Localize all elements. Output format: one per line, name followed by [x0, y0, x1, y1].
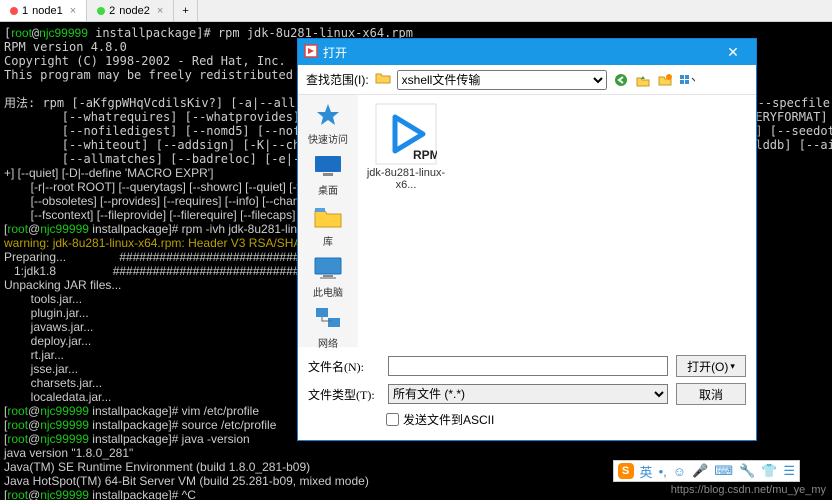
new-tab-button[interactable]: +: [174, 0, 197, 21]
cancel-button[interactable]: 取消: [676, 383, 746, 405]
place-this-pc[interactable]: 此电脑: [311, 254, 345, 299]
tab-label: node2: [119, 5, 150, 17]
svg-text:RPM: RPM: [413, 148, 437, 162]
ascii-checkbox[interactable]: [386, 413, 399, 426]
filename-label: 文件名(N):: [308, 358, 380, 375]
place-libraries[interactable]: 库: [311, 203, 345, 248]
look-in-label: 查找范围(I):: [306, 71, 369, 88]
ime-emoji-icon[interactable]: ☺: [673, 464, 686, 479]
back-icon[interactable]: [613, 72, 629, 88]
app-icon: [304, 44, 318, 61]
open-button[interactable]: 打开(O)▾: [676, 355, 746, 377]
tab-index: 2: [109, 5, 115, 17]
up-folder-icon[interactable]: [635, 72, 651, 88]
ime-toolbar[interactable]: S 英 •, ☺ 🎤 ⌨ 🔧 👕 ☰: [613, 460, 800, 482]
view-menu-icon[interactable]: [679, 72, 695, 88]
status-dot: [97, 7, 105, 15]
tab-node2[interactable]: 2 node2 ×: [87, 0, 174, 21]
status-dot: [10, 7, 18, 15]
folder-icon: [375, 71, 391, 88]
file-item-rpm[interactable]: RPM jdk-8u281-linux-x6...: [366, 103, 446, 191]
close-icon[interactable]: ×: [70, 5, 76, 17]
dialog-title: 打开: [323, 44, 347, 61]
tab-node1[interactable]: 1 node1 ×: [0, 0, 87, 21]
place-desktop[interactable]: 桌面: [311, 152, 345, 197]
look-in-select[interactable]: xshell文件传输: [397, 70, 607, 90]
ime-tool-icon[interactable]: 🔧: [739, 463, 755, 479]
close-icon[interactable]: ×: [157, 5, 163, 17]
filetype-select[interactable]: 所有文件 (*.*): [388, 384, 668, 404]
watermark: https://blog.csdn.net/mu_ye_my: [671, 484, 826, 496]
file-list-pane[interactable]: RPM jdk-8u281-linux-x6...: [358, 95, 756, 347]
place-network[interactable]: 网络: [311, 305, 345, 350]
ime-menu-icon[interactable]: ☰: [783, 463, 795, 479]
new-folder-icon[interactable]: [657, 72, 673, 88]
ime-punct-icon[interactable]: •,: [659, 464, 667, 479]
dialog-bottom: 文件名(N): 打开(O)▾ 文件类型(T): 所有文件 (*.*) 取消 发送…: [298, 347, 756, 440]
places-sidebar: 快速访问 桌面 库 此电脑 网络: [298, 95, 358, 347]
tab-label: node1: [32, 5, 63, 17]
filename-input[interactable]: [388, 356, 668, 376]
ascii-label: 发送文件到ASCII: [403, 411, 494, 428]
place-quick-access[interactable]: 快速访问: [308, 101, 348, 146]
close-button[interactable]: ✕: [716, 44, 750, 61]
sogou-icon: S: [618, 463, 634, 479]
ime-voice-icon[interactable]: 🎤: [692, 463, 708, 479]
tab-index: 1: [22, 5, 28, 17]
ime-lang[interactable]: 英: [640, 462, 653, 481]
dialog-titlebar[interactable]: 打开 ✕: [298, 39, 756, 65]
session-tab-bar: 1 node1 × 2 node2 × +: [0, 0, 832, 22]
file-item-label: jdk-8u281-linux-x6...: [367, 167, 445, 191]
ime-skin-icon[interactable]: 👕: [761, 463, 777, 479]
file-open-dialog: 打开 ✕ 查找范围(I): xshell文件传输 快速访问 桌面 库: [297, 38, 757, 441]
dialog-toolbar: 查找范围(I): xshell文件传输: [298, 65, 756, 95]
ime-keyboard-icon[interactable]: ⌨: [714, 463, 733, 479]
filetype-label: 文件类型(T):: [308, 386, 380, 403]
